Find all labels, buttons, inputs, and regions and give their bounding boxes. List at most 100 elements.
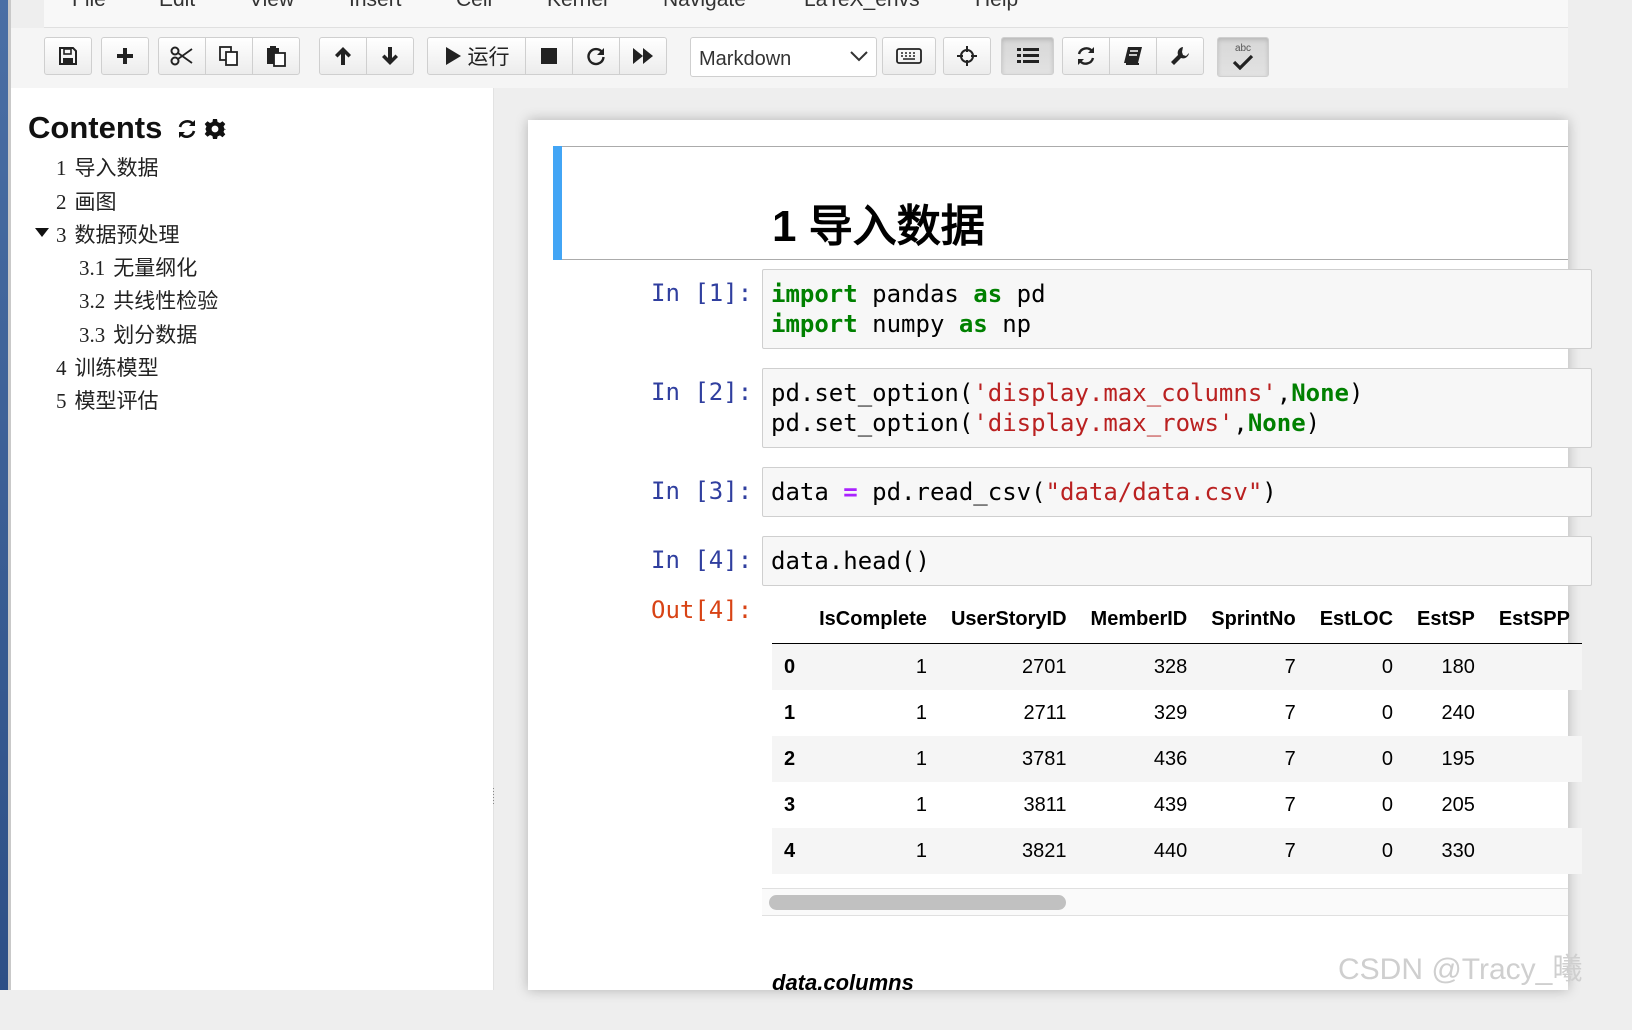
code-token: pd.set_option( xyxy=(771,409,974,437)
scrollbar-thumb[interactable] xyxy=(769,895,1066,910)
menu-file[interactable]: File xyxy=(72,0,106,12)
toc-item[interactable]: 3.1 无量纲化 xyxy=(79,252,197,282)
toc-item[interactable]: 3.2 共线性检验 xyxy=(79,285,218,315)
code-token: pandas xyxy=(857,280,974,308)
refresh-icon[interactable] xyxy=(176,118,198,140)
code-cell[interactable]: import pandas as pd import numpy as np xyxy=(762,269,1592,349)
edit-group xyxy=(158,37,300,75)
table-cell: 1 xyxy=(915,655,927,678)
keyword: None xyxy=(1291,379,1349,407)
table-cell: 3811 xyxy=(1023,793,1067,816)
table-row: 2 1 3781 436 7 0 195 xyxy=(772,736,1582,782)
table-cell xyxy=(1487,782,1582,828)
nav-group xyxy=(943,37,991,75)
menu-kernel[interactable]: Kernel xyxy=(547,0,608,12)
restart-icon xyxy=(587,47,605,66)
toc-item-num: 3.1 xyxy=(79,256,106,280)
insert-cell-button[interactable] xyxy=(101,37,149,75)
cell-type-select[interactable]: Markdown xyxy=(690,37,877,77)
paste-icon xyxy=(267,46,286,67)
table-cell xyxy=(1487,644,1582,691)
code-cell[interactable]: data = pd.read_csv("data/data.csv") xyxy=(762,467,1592,517)
menu-edit[interactable]: Edit xyxy=(159,0,195,12)
copy-icon xyxy=(219,46,238,66)
table-cell: 2711 xyxy=(1023,701,1067,724)
toc-controls xyxy=(176,118,226,140)
copy-button[interactable] xyxy=(205,37,253,75)
code-token: pd.read_csv( xyxy=(857,478,1046,506)
paste-button[interactable] xyxy=(252,37,300,75)
toc-item-label: 训练模型 xyxy=(74,356,159,380)
toc-toggle-button[interactable] xyxy=(1001,37,1054,75)
toc-item[interactable]: 2 画图 xyxy=(56,186,117,216)
toc-item[interactable]: 3 数据预处理 xyxy=(56,219,180,249)
table-row: 1 1 2711 329 7 0 240 xyxy=(772,690,1582,736)
menu-cell[interactable]: Cell xyxy=(456,0,492,12)
column-header: EstLOC xyxy=(1307,595,1406,644)
menu-insert[interactable]: Insert xyxy=(349,0,402,12)
interrupt-button[interactable] xyxy=(525,37,573,75)
output-area: IsComplete UserStoryID MemberID SprintNo… xyxy=(772,595,1582,874)
toc-item-num: 3.2 xyxy=(79,289,106,313)
column-header: EstSPP xyxy=(1486,595,1582,644)
table-cell xyxy=(1487,736,1582,782)
book-button[interactable] xyxy=(1109,37,1157,75)
keyboard-icon xyxy=(896,48,922,64)
cut-button[interactable] xyxy=(158,37,206,75)
caret-down-icon[interactable] xyxy=(35,228,49,238)
save-button[interactable] xyxy=(44,37,92,75)
notebook-heading: 1 导入数据 xyxy=(772,202,985,251)
column-header: UserStoryID xyxy=(938,595,1079,644)
table-cell: 330 xyxy=(1441,839,1475,862)
menu-latex-envs[interactable]: LaTeX_envs xyxy=(804,0,920,12)
watermark: CSDN @Tracy_曦 xyxy=(1338,953,1583,986)
menu-view[interactable]: View xyxy=(249,0,294,12)
toc-item-num: 3 xyxy=(56,223,67,247)
code-token: data.head() xyxy=(771,547,930,575)
table-row: 3 1 3811 439 7 0 205 xyxy=(772,782,1582,828)
table-cell: 0 xyxy=(1381,839,1394,862)
spellcheck-button[interactable]: abc xyxy=(1217,37,1269,77)
keyboard-group xyxy=(882,37,936,75)
gear-icon[interactable] xyxy=(204,118,226,140)
refresh-button[interactable] xyxy=(1062,37,1110,75)
table-row: 4 1 3821 440 7 0 330 xyxy=(772,828,1582,874)
command-palette-button[interactable] xyxy=(882,37,936,75)
navigate-button[interactable] xyxy=(943,37,991,75)
code-token: ) xyxy=(1348,379,1364,407)
run-label: 运行 xyxy=(467,46,510,69)
menu-help[interactable]: Help xyxy=(975,0,1018,12)
table-cell: 7 xyxy=(1284,747,1296,770)
toc-item-label: 数据预处理 xyxy=(74,223,180,247)
toc-item-label: 画图 xyxy=(74,190,117,214)
move-down-button[interactable] xyxy=(366,37,414,75)
code-cell[interactable]: pd.set_option('display.max_columns',None… xyxy=(762,368,1592,448)
run-all-button[interactable] xyxy=(619,37,667,75)
code-token: numpy xyxy=(857,310,959,338)
toc-item-label: 划分数据 xyxy=(113,323,198,347)
settings-button[interactable] xyxy=(1156,37,1204,75)
column-header: IsComplete xyxy=(807,595,939,644)
keyword: import xyxy=(771,280,858,308)
wrench-icon xyxy=(1171,47,1189,65)
menu-navigate[interactable]: Navigate xyxy=(663,0,746,12)
toc-item[interactable]: 4 训练模型 xyxy=(56,352,159,382)
run-button[interactable]: 运行 xyxy=(427,37,526,75)
toc-item[interactable]: 5 模型评估 xyxy=(56,385,159,415)
toc-item[interactable]: 1 导入数据 xyxy=(56,152,159,182)
code-cell[interactable]: data.head() xyxy=(762,536,1592,586)
table-cell: 240 xyxy=(1441,701,1475,724)
table-cell: 3821 xyxy=(1022,839,1067,862)
table-cell: 1 xyxy=(915,839,927,862)
code-text: pd.set_option('display.max_columns',None… xyxy=(771,378,1363,438)
restart-button[interactable] xyxy=(572,37,620,75)
toc-item[interactable]: 3.3 划分数据 xyxy=(79,319,197,349)
toc-item-label: 模型评估 xyxy=(74,389,159,413)
move-up-button[interactable] xyxy=(319,37,367,75)
string-literal: 'display.max_columns' xyxy=(973,379,1277,407)
toc-item-label: 无量纲化 xyxy=(113,256,198,280)
markdown-cell[interactable] xyxy=(553,146,1568,260)
code-token: np xyxy=(987,310,1032,338)
table-cell: 1 xyxy=(915,747,927,770)
toc-item-num: 4 xyxy=(56,356,67,380)
